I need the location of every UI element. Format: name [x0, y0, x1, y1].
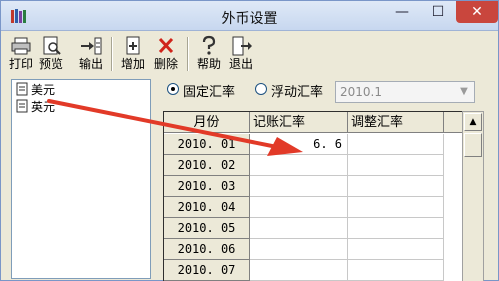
month-cell: 2010. 01	[164, 134, 250, 155]
adjust-rate-cell[interactable]	[348, 239, 444, 260]
title-bar[interactable]: 外币设置 — ☐ ✕	[1, 1, 498, 31]
document-icon	[16, 99, 28, 113]
table-row: 2010. 05	[164, 218, 446, 239]
adjust-rate-cell[interactable]	[348, 176, 444, 197]
book-rate-cell[interactable]	[250, 218, 348, 239]
month-cell: 2010. 07	[164, 260, 250, 281]
currency-name: 英元	[31, 100, 56, 114]
currency-settings-window: 外币设置 — ☐ ✕ 打印 预览 输出 增加 删除 帮助 退出 美元 英元 固定…	[0, 0, 499, 281]
table-row: 2010. 07	[164, 260, 446, 281]
table-row: 2010. 06	[164, 239, 446, 260]
book-rate-cell[interactable]	[250, 260, 348, 281]
maximize-button[interactable]: ☐	[421, 1, 455, 23]
column-header-adjust-rate: 调整汇率	[348, 112, 444, 133]
preview-icon	[43, 36, 61, 55]
adjust-rate-cell[interactable]	[348, 155, 444, 176]
table-header: 月份 记账汇率 调整汇率	[164, 112, 464, 133]
print-label: 打印	[8, 57, 33, 71]
export-label: 输出	[78, 57, 103, 71]
book-rate-cell[interactable]	[250, 176, 348, 197]
export-icon	[81, 37, 102, 55]
adjust-rate-cell[interactable]	[348, 260, 444, 281]
add-label: 增加	[120, 57, 145, 71]
close-button[interactable]: ✕	[456, 1, 498, 23]
help-button[interactable]: 帮助	[195, 33, 223, 75]
export-button[interactable]: 输出	[77, 33, 105, 75]
printer-icon	[11, 37, 31, 55]
preview-label: 预览	[38, 57, 63, 71]
add-button[interactable]: 增加	[117, 33, 149, 75]
month-cell: 2010. 06	[164, 239, 250, 260]
vertical-scrollbar[interactable]: ▲	[462, 111, 484, 281]
table-row: 2010. 04	[164, 197, 446, 218]
fixed-rate-label: 固定汇率	[183, 85, 236, 100]
table-row: 2010. 03	[164, 176, 446, 197]
toolbar: 打印 预览 输出 增加 删除 帮助 退出	[7, 33, 497, 77]
month-cell: 2010. 03	[164, 176, 250, 197]
adjust-rate-cell[interactable]	[348, 218, 444, 239]
book-rate-cell[interactable]: 6. 6	[250, 134, 348, 155]
currency-name: 美元	[31, 83, 56, 97]
adjust-rate-cell[interactable]	[348, 197, 444, 218]
month-cell: 2010. 05	[164, 218, 250, 239]
delete-icon	[158, 37, 174, 54]
adjust-rate-cell[interactable]	[348, 134, 444, 155]
toolbar-separator	[187, 37, 189, 71]
help-icon	[202, 35, 216, 55]
chevron-down-icon[interactable]: ▼	[456, 84, 472, 100]
floating-rate-label: 浮动汇率	[271, 85, 324, 100]
document-icon	[16, 82, 28, 96]
help-label: 帮助	[196, 57, 221, 71]
print-button[interactable]: 打印	[7, 33, 35, 75]
preview-button[interactable]: 预览	[37, 33, 65, 75]
add-icon	[126, 36, 140, 55]
month-cell: 2010. 04	[164, 197, 250, 218]
column-header-book-rate: 记账汇率	[250, 112, 348, 133]
currency-list: 美元 英元	[11, 79, 151, 279]
exit-button[interactable]: 退出	[227, 33, 255, 75]
delete-button[interactable]: 删除	[151, 33, 181, 75]
delete-label: 删除	[153, 57, 178, 71]
scroll-up-icon[interactable]: ▲	[464, 113, 482, 131]
list-item[interactable]: 美元	[16, 82, 55, 99]
table-row: 2010. 01 6. 6	[164, 134, 446, 155]
book-rate-cell[interactable]	[250, 239, 348, 260]
rate-mode-options: 固定汇率 浮动汇率 2010.1 ▼	[163, 81, 493, 105]
table-row: 2010. 02	[164, 155, 446, 176]
period-value: 2010.1	[340, 85, 382, 99]
column-header-month: 月份	[164, 112, 250, 133]
exit-icon	[232, 36, 252, 56]
list-item[interactable]: 英元	[16, 99, 55, 116]
floating-rate-radio[interactable]	[255, 83, 267, 95]
book-rate-cell[interactable]	[250, 155, 348, 176]
toolbar-separator	[111, 37, 113, 71]
fixed-rate-radio[interactable]	[167, 83, 179, 95]
exit-label: 退出	[228, 57, 253, 71]
book-rate-cell[interactable]	[250, 197, 348, 218]
period-select[interactable]: 2010.1 ▼	[335, 81, 475, 103]
minimize-button[interactable]: —	[385, 1, 419, 23]
exchange-rate-table: 月份 记账汇率 调整汇率 2010. 01 6. 6 2010. 02 2010. 0…	[163, 111, 464, 281]
scroll-thumb[interactable]	[464, 133, 482, 157]
month-cell: 2010. 02	[164, 155, 250, 176]
